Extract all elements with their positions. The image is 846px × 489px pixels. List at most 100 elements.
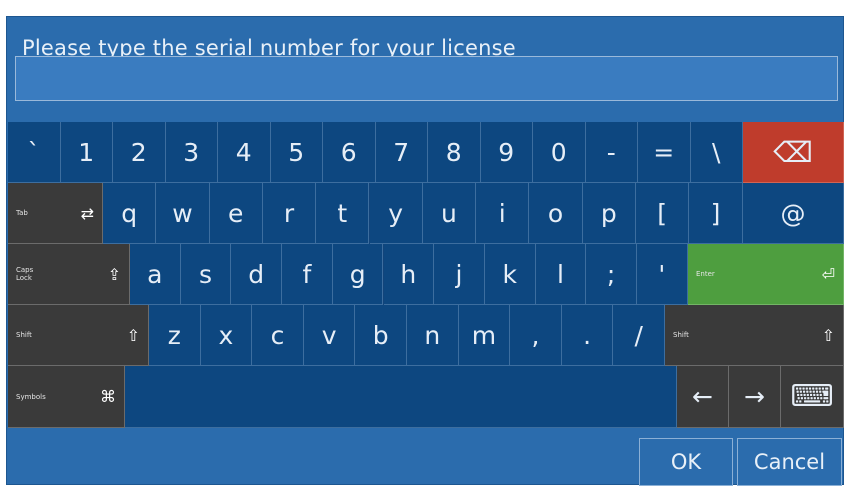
key-char-label: / — [634, 320, 643, 350]
key-char[interactable]: o — [529, 183, 583, 244]
key-char-label: v — [321, 320, 337, 350]
key-char[interactable]: . — [561, 305, 614, 366]
key-char[interactable]: v — [303, 305, 356, 366]
tab-arrows-icon: ⇄ — [80, 203, 94, 223]
key-char[interactable]: 3 — [165, 122, 218, 183]
key-char[interactable]: b — [355, 305, 407, 366]
key-char[interactable]: u — [422, 183, 477, 244]
key-char[interactable]: = — [638, 122, 691, 183]
hide-keyboard-key[interactable]: ⌨ — [781, 366, 844, 428]
key-char[interactable]: ; — [586, 244, 637, 305]
right-shift-key[interactable]: Shift ⇧ — [665, 305, 844, 366]
key-char-label: ] — [710, 198, 721, 228]
left-shift-label: Shift — [16, 331, 32, 339]
key-char-label: ` — [27, 137, 41, 167]
left-arrow-key[interactable]: ← — [677, 366, 729, 428]
key-char-label: t — [337, 198, 348, 228]
serial-number-input[interactable] — [15, 56, 838, 101]
key-char[interactable]: ' — [637, 244, 688, 305]
key-char[interactable]: i — [476, 183, 530, 244]
key-char[interactable]: 1 — [60, 122, 113, 183]
tab-key[interactable]: Tab ⇄ — [8, 183, 103, 244]
key-char[interactable]: n — [407, 305, 459, 366]
key-char[interactable]: , — [510, 305, 562, 366]
key-char-label: , — [531, 320, 540, 350]
key-char-label: n — [424, 320, 441, 350]
key-char-label: . — [583, 320, 592, 350]
key-char[interactable]: p — [582, 183, 636, 244]
key-char[interactable]: 0 — [533, 122, 586, 183]
key-char[interactable]: 9 — [480, 122, 533, 183]
cancel-button[interactable]: Cancel — [737, 438, 842, 486]
key-char[interactable]: \ — [690, 122, 743, 183]
key-char-label: 7 — [393, 137, 410, 167]
key-char[interactable]: j — [434, 244, 485, 305]
caps-lock-label: Caps Lock — [16, 266, 34, 282]
key-char[interactable]: r — [262, 183, 317, 244]
key-char[interactable]: / — [613, 305, 665, 366]
key-char-label: \ — [712, 137, 721, 167]
key-char[interactable]: ` — [8, 122, 61, 183]
key-char[interactable]: 8 — [428, 122, 481, 183]
key-char-label: z — [167, 320, 181, 350]
key-char-label: q — [121, 198, 138, 228]
key-char[interactable]: 4 — [218, 122, 271, 183]
key-char[interactable]: t — [316, 183, 370, 244]
key-char-label: b — [372, 320, 389, 350]
key-char[interactable]: f — [282, 244, 333, 305]
right-arrow-key[interactable]: → — [729, 366, 781, 428]
key-char-label: x — [218, 320, 234, 350]
key-char[interactable]: 2 — [113, 122, 166, 183]
key-char[interactable]: z — [149, 305, 201, 366]
key-char[interactable]: s — [180, 244, 232, 305]
key-char-label: j — [455, 259, 463, 289]
at-key[interactable]: @ — [743, 183, 844, 244]
key-char-label: 4 — [235, 137, 252, 167]
key-char-label: p — [600, 198, 617, 228]
key-char[interactable]: w — [156, 183, 210, 244]
key-char-label: - — [606, 137, 616, 167]
enter-key[interactable]: Enter ⏎ — [688, 244, 844, 305]
key-char[interactable]: 5 — [270, 122, 323, 183]
key-char[interactable]: x — [200, 305, 253, 366]
key-char-label: o — [547, 198, 564, 228]
key-char-label: w — [172, 198, 193, 228]
key-char[interactable]: g — [332, 244, 384, 305]
key-char-label: 1 — [78, 137, 95, 167]
keyboard-icon: ⌨ — [790, 379, 834, 414]
key-char[interactable]: ] — [689, 183, 743, 244]
key-char[interactable]: y — [369, 183, 423, 244]
key-char-label: h — [400, 259, 417, 289]
key-char-label: f — [302, 259, 312, 289]
backspace-icon: ⌫ — [773, 135, 813, 169]
key-char-label: k — [502, 259, 517, 289]
key-char[interactable]: c — [252, 305, 304, 366]
space-bar[interactable] — [125, 366, 677, 428]
key-char[interactable]: d — [231, 244, 283, 305]
key-char[interactable]: q — [103, 183, 157, 244]
key-char-label: u — [441, 198, 457, 228]
caps-lock-icon: ⇪ — [107, 264, 121, 284]
key-char[interactable]: - — [585, 122, 638, 183]
key-char[interactable]: l — [535, 244, 587, 305]
key-char-label: 6 — [340, 137, 357, 167]
key-char-label: 8 — [445, 137, 462, 167]
key-char[interactable]: [ — [636, 183, 690, 244]
symbols-key[interactable]: Symbols ⌘ — [8, 366, 125, 428]
key-char-label: = — [653, 137, 675, 167]
key-char[interactable]: 7 — [375, 122, 428, 183]
key-char[interactable]: h — [383, 244, 435, 305]
key-char-label: l — [556, 259, 564, 289]
on-screen-keyboard: ` 1 2 3 4 5 6 7 8 9 0 - = \ ⌫ Tab ⇄ q w e r t y u i o p [] @ Ca… — [8, 122, 844, 428]
key-char[interactable]: e — [209, 183, 263, 244]
ok-button[interactable]: OK — [639, 438, 733, 486]
backspace-key[interactable]: ⌫ — [743, 122, 844, 183]
key-char[interactable]: m — [458, 305, 511, 366]
key-char[interactable]: k — [484, 244, 536, 305]
caps-lock-key[interactable]: Caps Lock ⇪ — [8, 244, 130, 305]
left-arrow-icon: ← — [692, 382, 713, 411]
key-char-label: i — [498, 198, 506, 228]
key-char[interactable]: a — [130, 244, 181, 305]
key-char[interactable]: 6 — [323, 122, 376, 183]
left-shift-key[interactable]: Shift ⇧ — [8, 305, 149, 366]
